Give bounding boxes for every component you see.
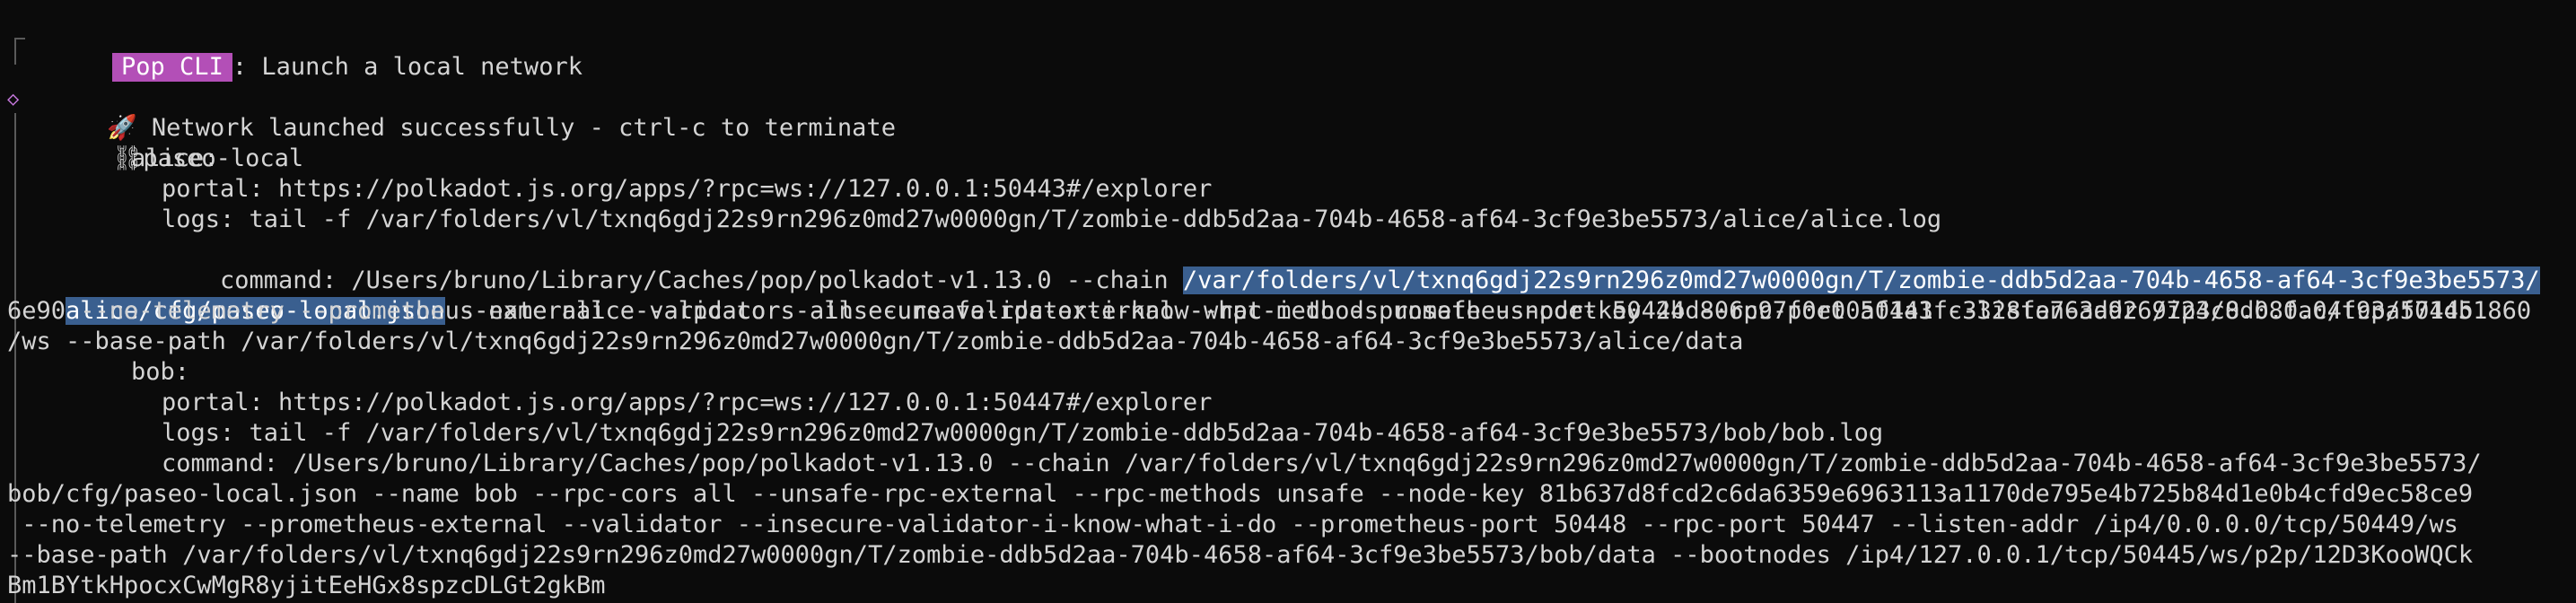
diamond-icon: ◇ xyxy=(7,88,20,110)
gutter-vertical-line-top xyxy=(14,38,16,65)
alice-portal: portal: https://polkadot.js.org/apps/?rp… xyxy=(162,175,1213,203)
bob-command-line-3: --no-telemetry --prometheus-external --v… xyxy=(7,511,2458,538)
bob-command-line-2: bob/cfg/paseo-local.json --name bob --rp… xyxy=(7,480,2474,508)
terminal-window[interactable]: ◇ Pop CLI: Launch a local network 🚀 Netw… xyxy=(0,0,2576,603)
node-label-bob: bob: xyxy=(131,358,190,386)
bob-command-line-5: Bm1BYtkHpocxCwMgR8yjitEeHGx8spzcDLGt2gkB… xyxy=(7,572,606,599)
header-title: : Launch a local network xyxy=(232,53,583,81)
gutter-horizontal-line-top xyxy=(14,38,25,39)
pop-cli-badge: Pop CLI xyxy=(112,53,232,82)
alice-logs: logs: tail -f /var/folders/vl/txnq6gdj22… xyxy=(162,205,1942,233)
bob-portal: portal: https://polkadot.js.org/apps/?rp… xyxy=(162,389,1213,416)
node-label-alice: alice: xyxy=(131,144,219,172)
bob-command-line-1: command: /Users/bruno/Library/Caches/pop… xyxy=(162,450,2482,477)
alice-command-line-4: /ws --base-path /var/folders/vl/txnq6gdj… xyxy=(7,328,1744,355)
alice-command-line-3: 6e90 --no-telemetry --prometheus-externa… xyxy=(7,297,2474,325)
bob-command-line-4: --base-path /var/folders/vl/txnq6gdj22s9… xyxy=(7,541,2474,569)
bob-logs: logs: tail -f /var/folders/vl/txnq6gdj22… xyxy=(162,419,1884,447)
